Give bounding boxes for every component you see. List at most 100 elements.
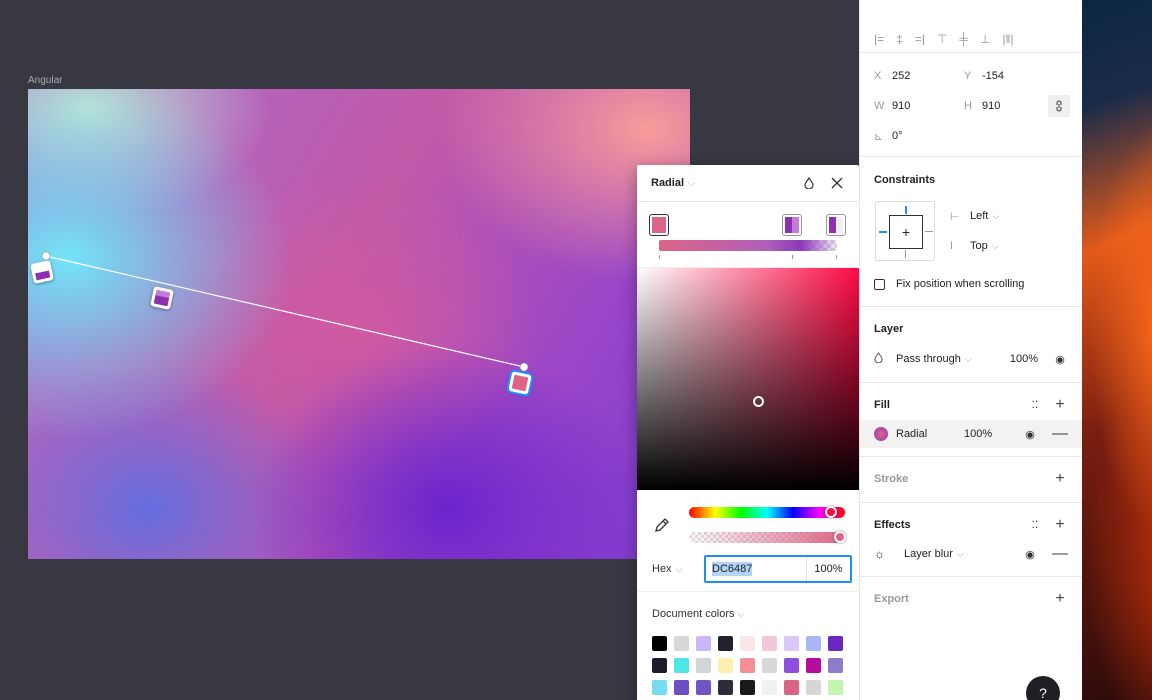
align-top-icon[interactable]: ⊤ [937, 32, 947, 46]
constraint-left-bar[interactable] [879, 231, 887, 233]
align-horizontal-center-icon[interactable]: ‡ [896, 32, 903, 46]
constraint-bottom-bar[interactable] [905, 250, 906, 258]
color-swatch[interactable] [740, 658, 755, 673]
color-swatch[interactable] [696, 680, 711, 695]
gradient-stop-handle[interactable] [150, 286, 174, 310]
eye-icon[interactable]: ◉ [1022, 428, 1038, 441]
color-swatch[interactable] [806, 680, 821, 695]
color-swatch[interactable] [762, 680, 777, 695]
gradient-stop-chip[interactable] [826, 214, 846, 236]
fill-swatch[interactable] [874, 427, 888, 441]
add-export-icon[interactable]: + [1052, 590, 1068, 608]
frame-label[interactable]: Angular [28, 75, 62, 86]
height-input[interactable]: 910 [982, 100, 1000, 112]
align-left-icon[interactable]: |= [874, 32, 884, 46]
fix-position-label[interactable]: Fix position when scrolling [896, 278, 1024, 290]
gradient-stop-chip[interactable] [782, 214, 802, 236]
close-icon[interactable] [829, 175, 845, 191]
gradient-type-select[interactable]: Radial [651, 177, 684, 189]
canvas[interactable]: Angular Radial ⌵ Hex ⌵ DC6487 100% Docum… [0, 0, 860, 700]
fill-row[interactable]: Radial 100% ◉ — [860, 420, 1082, 448]
fix-position-checkbox[interactable] [874, 278, 885, 290]
color-swatch[interactable] [828, 680, 843, 695]
color-swatch[interactable] [784, 658, 799, 673]
color-swatch[interactable] [784, 636, 799, 651]
saturation-value-field[interactable] [637, 268, 859, 490]
gradient-preview-bar[interactable] [659, 240, 837, 251]
add-fill-icon[interactable]: + [1052, 396, 1068, 414]
color-swatch[interactable] [718, 680, 733, 695]
align-bottom-icon[interactable]: ⊥ [980, 32, 990, 46]
color-swatch[interactable] [696, 636, 711, 651]
x-input[interactable]: 252 [892, 70, 964, 82]
chevron-down-icon[interactable]: ⌵ [688, 178, 695, 189]
add-stroke-icon[interactable]: + [1052, 470, 1068, 488]
vertical-constraint-select[interactable]: Top [970, 240, 988, 252]
effect-type-select[interactable]: Layer blur [904, 548, 953, 560]
color-swatch[interactable] [652, 636, 667, 651]
chevron-down-icon[interactable]: ⌵ [957, 549, 964, 560]
layer-opacity-input[interactable]: 100% [1010, 353, 1038, 365]
color-swatch[interactable] [806, 636, 821, 651]
remove-effect-icon[interactable]: — [1052, 545, 1068, 563]
color-swatch[interactable] [718, 658, 733, 673]
eye-icon[interactable]: ◉ [1022, 548, 1038, 561]
color-swatch[interactable] [828, 658, 843, 673]
hex-input-box[interactable]: DC6487 100% [704, 555, 852, 583]
chevron-down-icon[interactable]: ⌵ [738, 609, 745, 619]
color-format-select[interactable]: Hex [652, 563, 672, 575]
color-swatch[interactable] [740, 636, 755, 651]
horizontal-constraint-select[interactable]: Left [970, 210, 988, 222]
color-swatch[interactable] [828, 636, 843, 651]
hex-input[interactable]: DC6487 [706, 557, 806, 581]
gradient-stop-handle-selected[interactable] [505, 368, 535, 398]
fill-type-label[interactable]: Radial [896, 428, 964, 440]
eye-icon[interactable]: ◉ [1052, 353, 1068, 366]
color-swatch[interactable] [674, 680, 689, 695]
gradient-frame[interactable] [28, 89, 690, 559]
gradient-stop-chip[interactable] [649, 214, 669, 236]
chevron-down-icon[interactable]: ⌵ [965, 354, 972, 365]
color-swatch[interactable] [674, 636, 689, 651]
styles-icon[interactable]: ⁚⁚ [1032, 520, 1038, 531]
hue-slider[interactable] [689, 506, 845, 518]
styles-icon[interactable]: ⁚⁚ [1032, 400, 1038, 411]
chevron-down-icon[interactable]: ⌵ [676, 564, 683, 575]
color-swatch[interactable] [696, 658, 711, 673]
color-swatch[interactable] [806, 658, 821, 673]
color-swatch[interactable] [718, 636, 733, 651]
color-swatch[interactable] [784, 680, 799, 695]
fill-opacity-input[interactable]: 100% [964, 428, 992, 440]
color-swatch[interactable] [674, 658, 689, 673]
blend-drop-icon[interactable] [801, 175, 817, 191]
color-swatch[interactable] [652, 658, 667, 673]
document-colors-header[interactable]: Document colors ⌵ [637, 591, 859, 620]
hex-value[interactable]: DC6487 [712, 562, 753, 576]
color-swatch[interactable] [762, 636, 777, 651]
alpha-input[interactable]: 100% [806, 557, 850, 581]
constraints-widget[interactable]: + [875, 201, 935, 261]
constraint-top-bar[interactable] [905, 206, 907, 214]
constraint-right-bar[interactable] [925, 231, 933, 232]
gradient-stop-handle[interactable] [30, 260, 54, 284]
gradient-stops-editor[interactable] [637, 202, 859, 268]
y-input[interactable]: -154 [982, 70, 1004, 82]
add-effect-icon[interactable]: + [1052, 516, 1068, 534]
color-swatch[interactable] [762, 658, 777, 673]
align-vertical-center-icon[interactable]: ╪ [959, 32, 968, 46]
color-swatch[interactable] [652, 680, 667, 695]
document-colors-label[interactable]: Document colors [652, 608, 735, 620]
align-right-icon[interactable]: =| [915, 32, 925, 46]
color-swatch[interactable] [740, 680, 755, 695]
opacity-slider[interactable] [689, 531, 846, 543]
saturation-knob[interactable] [753, 396, 764, 407]
chevron-down-icon[interactable]: ⌵ [992, 211, 999, 222]
chevron-down-icon[interactable]: ⌵ [992, 241, 999, 252]
hue-slider-knob[interactable] [825, 506, 837, 518]
width-input[interactable]: 910 [892, 100, 964, 112]
opacity-slider-knob[interactable] [834, 531, 846, 543]
eyedropper-icon[interactable] [654, 517, 670, 536]
distribute-icon[interactable]: |‖| [1002, 32, 1013, 46]
constrain-proportions-icon[interactable] [1048, 95, 1070, 117]
blend-mode-select[interactable]: Pass through [896, 353, 961, 365]
